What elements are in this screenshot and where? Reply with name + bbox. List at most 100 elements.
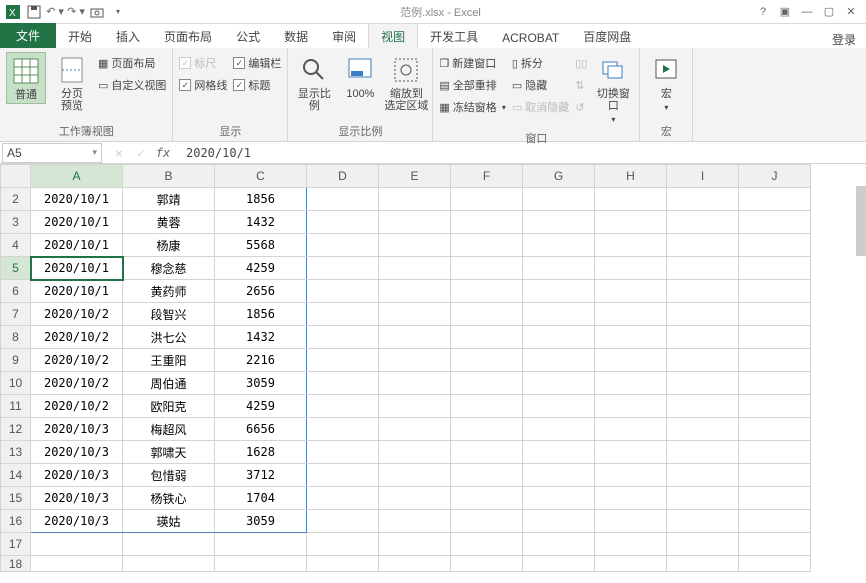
col-header-I[interactable]: I	[667, 165, 739, 188]
cell[interactable]	[595, 510, 667, 533]
col-header-G[interactable]: G	[523, 165, 595, 188]
cell[interactable]: 2216	[215, 349, 307, 372]
cell[interactable]	[379, 257, 451, 280]
cell[interactable]	[523, 556, 595, 572]
cell[interactable]: 黄药师	[123, 280, 215, 303]
cell[interactable]	[667, 510, 739, 533]
cell[interactable]: 杨铁心	[123, 487, 215, 510]
cell[interactable]	[595, 211, 667, 234]
view-page-break-button[interactable]: 分页 预览	[52, 52, 92, 114]
cell[interactable]	[307, 487, 379, 510]
cell[interactable]	[307, 533, 379, 556]
help-icon[interactable]: ?	[754, 3, 772, 21]
cell[interactable]	[451, 418, 523, 441]
cell[interactable]	[595, 280, 667, 303]
cell[interactable]	[523, 533, 595, 556]
camera-icon[interactable]	[88, 3, 106, 21]
cell[interactable]: 2020/10/3	[31, 487, 123, 510]
cell[interactable]	[595, 326, 667, 349]
cell[interactable]	[379, 487, 451, 510]
cell[interactable]: 杨康	[123, 234, 215, 257]
cell[interactable]	[523, 372, 595, 395]
cell[interactable]: 瑛姑	[123, 510, 215, 533]
cell[interactable]: 2020/10/3	[31, 418, 123, 441]
tab-开始[interactable]: 开始	[56, 24, 104, 48]
zoom-selection-button[interactable]: 缩放到 选定区域	[386, 52, 426, 114]
chevron-down-icon[interactable]: ▾	[92, 147, 97, 158]
cell[interactable]: 3059	[215, 510, 307, 533]
cell[interactable]	[523, 510, 595, 533]
cell[interactable]	[451, 280, 523, 303]
cell[interactable]: 2020/10/1	[31, 234, 123, 257]
cell[interactable]	[739, 533, 811, 556]
cell[interactable]	[595, 464, 667, 487]
row-header-17[interactable]: 17	[1, 533, 31, 556]
minimize-icon[interactable]: —	[798, 3, 816, 21]
tab-视图[interactable]: 视图	[368, 23, 418, 48]
cell[interactable]: 2020/10/3	[31, 441, 123, 464]
ribbon-display-icon[interactable]: ▣	[776, 3, 794, 21]
login-link[interactable]: 登录	[832, 31, 866, 48]
cell[interactable]	[739, 349, 811, 372]
fx-icon[interactable]: fx	[154, 146, 172, 160]
cell[interactable]	[523, 441, 595, 464]
spreadsheet-grid[interactable]: ABCDEFGHIJ 22020/10/1郭靖185632020/10/1黄蓉1…	[0, 164, 811, 572]
cell[interactable]	[307, 349, 379, 372]
cell[interactable]	[667, 418, 739, 441]
tab-审阅[interactable]: 审阅	[320, 24, 368, 48]
row-header-2[interactable]: 2	[1, 188, 31, 211]
cell[interactable]: 包惜弱	[123, 464, 215, 487]
cell[interactable]	[739, 188, 811, 211]
cell[interactable]	[523, 303, 595, 326]
cell[interactable]: 欧阳克	[123, 395, 215, 418]
redo-icon[interactable]: ↷ ▾	[67, 3, 85, 21]
cell[interactable]	[667, 556, 739, 572]
cell[interactable]	[451, 487, 523, 510]
cell[interactable]: 4259	[215, 395, 307, 418]
freeze-panes-button[interactable]: ▦冻结窗格▾	[439, 98, 505, 116]
cell[interactable]	[307, 303, 379, 326]
cell[interactable]	[307, 395, 379, 418]
cell[interactable]	[667, 211, 739, 234]
row-header-11[interactable]: 11	[1, 395, 31, 418]
cell[interactable]	[739, 464, 811, 487]
cell[interactable]	[307, 257, 379, 280]
cell[interactable]	[523, 234, 595, 257]
tab-开发工具[interactable]: 开发工具	[418, 24, 490, 48]
cell[interactable]	[667, 349, 739, 372]
cell[interactable]	[667, 372, 739, 395]
cell[interactable]	[451, 349, 523, 372]
cell[interactable]	[523, 188, 595, 211]
tab-公式[interactable]: 公式	[224, 24, 272, 48]
cell[interactable]	[451, 326, 523, 349]
cell[interactable]: 1856	[215, 303, 307, 326]
cb-formula-bar[interactable]: 编辑栏	[233, 54, 281, 72]
cell[interactable]	[451, 556, 523, 572]
tab-file[interactable]: 文件	[0, 23, 56, 48]
cell[interactable]: 郭啸天	[123, 441, 215, 464]
row-header-13[interactable]: 13	[1, 441, 31, 464]
tab-数据[interactable]: 数据	[272, 24, 320, 48]
cell[interactable]	[523, 326, 595, 349]
col-header-J[interactable]: J	[739, 165, 811, 188]
cell[interactable]	[123, 556, 215, 572]
cell[interactable]	[595, 349, 667, 372]
cell[interactable]	[451, 188, 523, 211]
cell[interactable]	[379, 234, 451, 257]
cell[interactable]	[667, 487, 739, 510]
cell[interactable]	[451, 464, 523, 487]
cell[interactable]	[739, 234, 811, 257]
zoom-button[interactable]: 显示比例	[294, 52, 334, 114]
save-icon[interactable]	[25, 3, 43, 21]
cell[interactable]: 3059	[215, 372, 307, 395]
cell[interactable]	[595, 188, 667, 211]
cell[interactable]: 1628	[215, 441, 307, 464]
cell[interactable]	[667, 303, 739, 326]
col-header-C[interactable]: C	[215, 165, 307, 188]
cell[interactable]	[31, 556, 123, 572]
cell[interactable]	[307, 234, 379, 257]
macros-button[interactable]: 宏 ▾	[646, 52, 686, 116]
cell[interactable]	[595, 441, 667, 464]
cell[interactable]	[595, 257, 667, 280]
cell[interactable]: 6656	[215, 418, 307, 441]
